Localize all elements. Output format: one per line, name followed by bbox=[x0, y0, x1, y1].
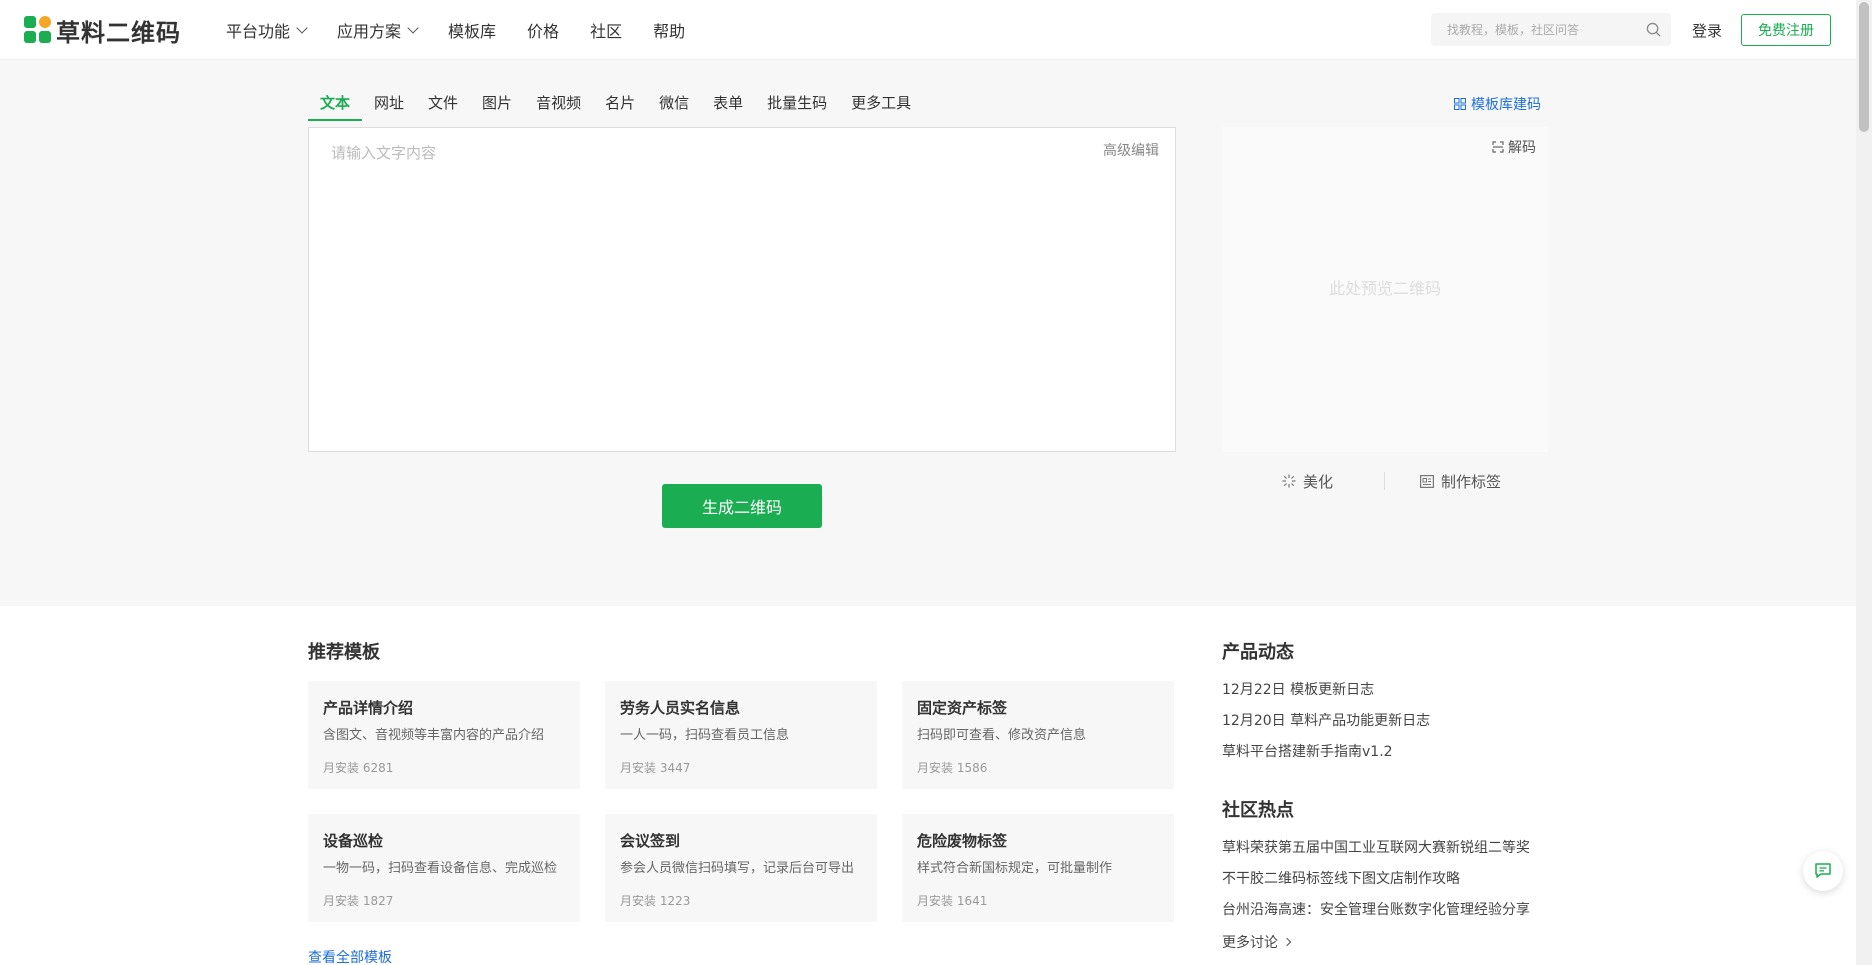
nav-community[interactable]: 社区 bbox=[590, 18, 622, 42]
logo-icon bbox=[24, 16, 52, 44]
qr-preview: 解码 此处预览二维码 bbox=[1222, 127, 1548, 452]
template-create-link[interactable]: 模板库建码 bbox=[1454, 94, 1541, 114]
tab-wechat[interactable]: 微信 bbox=[647, 92, 701, 121]
product-news-title: 产品动态 bbox=[1222, 642, 1294, 663]
product-news-list: 12月22日 模板更新日志 12月20日 草料产品功能更新日志 草料平台搭建新手… bbox=[1222, 675, 1430, 768]
top-header: 草料二维码 平台功能 应用方案 模板库 价格 社区 帮助 登录 免费注册 bbox=[0, 0, 1856, 60]
scan-icon bbox=[1492, 141, 1504, 153]
chevron-down-icon bbox=[296, 22, 308, 34]
nav-help[interactable]: 帮助 bbox=[653, 18, 685, 42]
list-item[interactable]: 草料平台搭建新手指南v1.2 bbox=[1222, 737, 1430, 768]
beautify-button[interactable]: 美化 bbox=[1282, 471, 1333, 492]
list-item[interactable]: 台州沿海高速：安全管理台账数字化管理经验分享 bbox=[1222, 895, 1530, 926]
nav-templates[interactable]: 模板库 bbox=[448, 18, 496, 42]
login-link[interactable]: 登录 bbox=[1692, 20, 1722, 41]
search-box bbox=[1431, 13, 1671, 46]
text-content-input[interactable] bbox=[309, 128, 1175, 451]
tab-url[interactable]: 网址 bbox=[362, 92, 416, 121]
recommended-templates-title: 推荐模板 bbox=[308, 642, 380, 663]
community-hot-title: 社区热点 bbox=[1222, 800, 1294, 821]
decode-button[interactable]: 解码 bbox=[1492, 137, 1536, 157]
divider bbox=[1384, 472, 1385, 490]
tab-text[interactable]: 文本 bbox=[308, 92, 363, 121]
search-input[interactable] bbox=[1431, 13, 1631, 46]
chevron-right-icon bbox=[1282, 937, 1292, 946]
tab-form[interactable]: 表单 bbox=[701, 92, 755, 121]
list-item[interactable]: 12月20日 草料产品功能更新日志 bbox=[1222, 706, 1430, 737]
chat-button[interactable] bbox=[1803, 851, 1843, 891]
logo-text: 草料二维码 bbox=[56, 18, 181, 47]
preview-placeholder: 此处预览二维码 bbox=[1328, 279, 1441, 298]
content-type-tabs: 文本 网址 文件 图片 音视频 名片 微信 表单 批量生码 更多工具 bbox=[308, 92, 923, 121]
nav-pricing[interactable]: 价格 bbox=[527, 18, 559, 42]
generate-qr-button[interactable]: 生成二维码 bbox=[662, 484, 822, 528]
make-label-button[interactable]: 制作标签 bbox=[1420, 471, 1501, 492]
tab-business-card[interactable]: 名片 bbox=[593, 92, 647, 121]
tab-image[interactable]: 图片 bbox=[470, 92, 524, 121]
scrollbar-thumb[interactable] bbox=[1859, 2, 1869, 132]
chevron-down-icon bbox=[407, 22, 419, 34]
list-item[interactable]: 12月22日 模板更新日志 bbox=[1222, 675, 1430, 706]
main-nav: 平台功能 应用方案 模板库 价格 社区 帮助 bbox=[226, 0, 716, 60]
template-card[interactable]: 产品详情介绍 含图文、音视频等丰富内容的产品介绍 月安装 6281 bbox=[308, 681, 580, 789]
community-list: 草料荣获第五届中国工业互联网大赛新锐组二等奖 不干胶二维码标签线下图文店制作攻略… bbox=[1222, 833, 1530, 957]
tab-batch[interactable]: 批量生码 bbox=[755, 92, 839, 121]
logo[interactable]: 草料二维码 bbox=[24, 14, 181, 47]
template-card[interactable]: 劳务人员实名信息 一人一码，扫码查看员工信息 月安装 3447 bbox=[605, 681, 877, 789]
grid-icon bbox=[1454, 98, 1466, 110]
label-icon bbox=[1420, 474, 1434, 488]
template-card[interactable]: 固定资产标签 扫码即可查看、修改资产信息 月安装 1586 bbox=[902, 681, 1174, 789]
list-item[interactable]: 不干胶二维码标签线下图文店制作攻略 bbox=[1222, 864, 1530, 895]
text-editor: 高级编辑 bbox=[308, 127, 1176, 452]
tab-file[interactable]: 文件 bbox=[416, 92, 470, 121]
preview-actions: 美化 制作标签 bbox=[1222, 466, 1548, 496]
search-icon[interactable] bbox=[1646, 22, 1661, 37]
nav-platform-features[interactable]: 平台功能 bbox=[226, 18, 308, 42]
list-item[interactable]: 草料荣获第五届中国工业互联网大赛新锐组二等奖 bbox=[1222, 833, 1530, 864]
template-card[interactable]: 设备巡检 一物一码，扫码查看设备信息、完成巡检 月安装 1827 bbox=[308, 814, 580, 922]
more-discussions-link[interactable]: 更多讨论 bbox=[1222, 926, 1530, 957]
chat-icon bbox=[1815, 863, 1831, 878]
view-all-templates-link[interactable]: 查看全部模板 bbox=[308, 947, 392, 965]
advanced-edit-button[interactable]: 高级编辑 bbox=[1103, 140, 1159, 160]
template-card[interactable]: 会议签到 参会人员微信扫码填写，记录后台可导出 月安装 1223 bbox=[605, 814, 877, 922]
nav-solutions[interactable]: 应用方案 bbox=[337, 18, 419, 42]
tab-more-tools[interactable]: 更多工具 bbox=[839, 92, 923, 121]
register-button[interactable]: 免费注册 bbox=[1741, 14, 1831, 46]
page-scrollbar[interactable] bbox=[1856, 0, 1872, 965]
qr-generator-panel: 文本 网址 文件 图片 音视频 名片 微信 表单 批量生码 更多工具 模板库建码… bbox=[0, 60, 1856, 606]
template-card[interactable]: 危险废物标签 样式符合新国标规定，可批量制作 月安装 1641 bbox=[902, 814, 1174, 922]
tab-audio-video[interactable]: 音视频 bbox=[524, 92, 593, 121]
sparkle-icon bbox=[1282, 474, 1296, 488]
